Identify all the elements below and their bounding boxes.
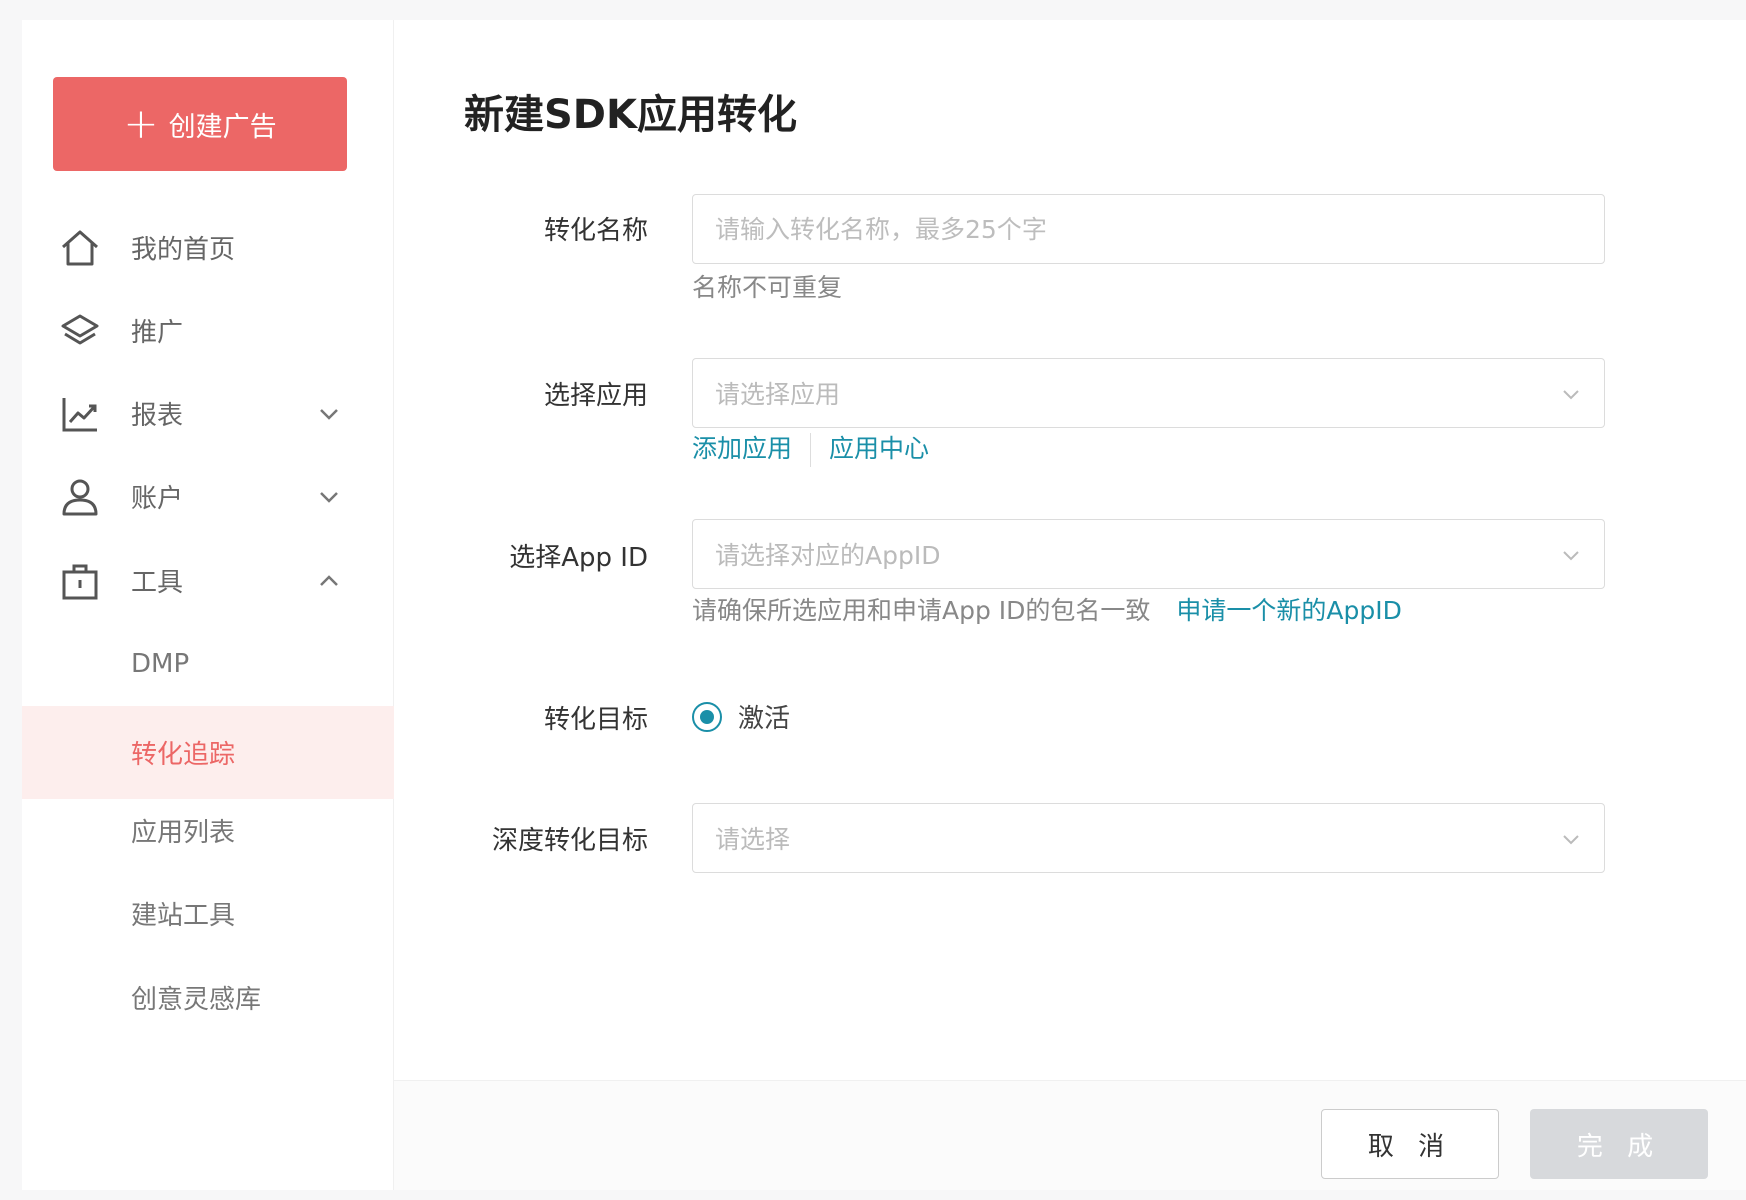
page-title: 新建SDK应用转化 [464, 92, 798, 138]
sidebar-subitem-label: 创意灵感库 [131, 985, 262, 1015]
sidebar: + 创建广告 我的首页 推广 报表 账户 工具 DMP 转化追踪 应用列表 建站… [22, 20, 394, 1190]
chevron-up-icon[interactable] [317, 569, 341, 593]
app-select[interactable]: 请选择应用 [692, 358, 1605, 428]
layers-icon [61, 314, 99, 344]
goal-radio-activate[interactable]: 激活 [692, 698, 790, 735]
sidebar-item-home[interactable]: 我的首页 [22, 201, 394, 294]
main-content: 新建SDK应用转化 转化名称 名称不可重复 选择应用 请选择应用 添加应用 应用中… [394, 20, 1746, 1190]
app-label: 选择应用 [543, 381, 648, 411]
name-input[interactable] [715, 214, 1604, 244]
sidebar-subitem-site-builder[interactable]: 建站工具 [22, 867, 394, 960]
sidebar-item-label: 账户 [131, 484, 184, 514]
appid-label: 选择App ID [509, 543, 648, 573]
sidebar-subitem-label: 建站工具 [131, 901, 236, 931]
goal-label: 转化目标 [543, 705, 648, 735]
sidebar-subitem-creative-library[interactable]: 创意灵感库 [22, 951, 394, 1044]
appid-select[interactable]: 请选择对应的AppID [692, 519, 1605, 589]
appid-select-placeholder: 请选择对应的AppID [715, 541, 941, 570]
chevron-down-icon[interactable] [317, 485, 341, 509]
appid-hint: 请确保所选应用和申请App ID的包名一致 [692, 596, 1151, 625]
sidebar-item-label: 报表 [131, 401, 184, 431]
chevron-down-icon[interactable] [317, 402, 341, 426]
sidebar-item-tools[interactable]: 工具 [22, 534, 394, 627]
deep-goal-label: 深度转化目标 [491, 826, 648, 856]
app-frame: + 创建广告 我的首页 推广 报表 账户 工具 DMP 转化追踪 应用列表 建站… [22, 20, 1746, 1190]
chevron-down-icon [1563, 835, 1579, 845]
app-center-link[interactable]: 应用中心 [829, 434, 929, 463]
create-ad-label: 创建广告 [168, 111, 277, 143]
chevron-down-icon [1563, 551, 1579, 561]
plus-icon: + [123, 99, 159, 148]
sidebar-item-label: 推广 [131, 318, 184, 348]
sidebar-item-reports[interactable]: 报表 [22, 367, 394, 460]
name-hint: 名称不可重复 [692, 273, 843, 302]
sidebar-item-account[interactable]: 账户 [22, 450, 394, 543]
app-select-placeholder: 请选择应用 [715, 380, 841, 409]
link-divider [810, 433, 812, 467]
name-field-box[interactable] [692, 194, 1605, 264]
form-footer: 取 消 完 成 [394, 1080, 1746, 1190]
radio-selected-icon[interactable] [692, 701, 722, 732]
cancel-button[interactable]: 取 消 [1321, 1109, 1499, 1179]
sidebar-subitem-label: 应用列表 [131, 818, 236, 848]
sidebar-subitem-label: 转化追踪 [131, 740, 236, 770]
appid-hint-row: 请确保所选应用和申请App ID的包名一致 申请一个新的AppID [692, 591, 1402, 627]
sidebar-subitem-app-list[interactable]: 应用列表 [22, 784, 394, 877]
done-button[interactable]: 完 成 [1530, 1109, 1708, 1179]
apply-new-appid-link[interactable]: 申请一个新的AppID [1176, 596, 1401, 625]
sidebar-subitem-dmp[interactable]: DMP [22, 617, 394, 710]
sidebar-item-promotion[interactable]: 推广 [22, 284, 394, 377]
chart-icon [62, 397, 97, 431]
user-icon [62, 479, 98, 515]
sidebar-item-label: 工具 [131, 568, 184, 598]
name-label: 转化名称 [543, 216, 648, 246]
home-icon [62, 230, 98, 265]
create-ad-button[interactable]: + 创建广告 [53, 77, 347, 171]
deep-goal-placeholder: 请选择 [715, 825, 791, 854]
sidebar-item-label: 我的首页 [131, 235, 236, 265]
sidebar-subitem-label: DMP [131, 648, 190, 679]
add-app-link[interactable]: 添加应用 [692, 434, 792, 463]
chevron-down-icon [1563, 390, 1579, 400]
deep-goal-select[interactable]: 请选择 [692, 803, 1605, 873]
app-links: 添加应用 应用中心 [692, 429, 929, 467]
goal-radio-label: 激活 [738, 704, 791, 734]
toolbox-icon [62, 564, 98, 599]
